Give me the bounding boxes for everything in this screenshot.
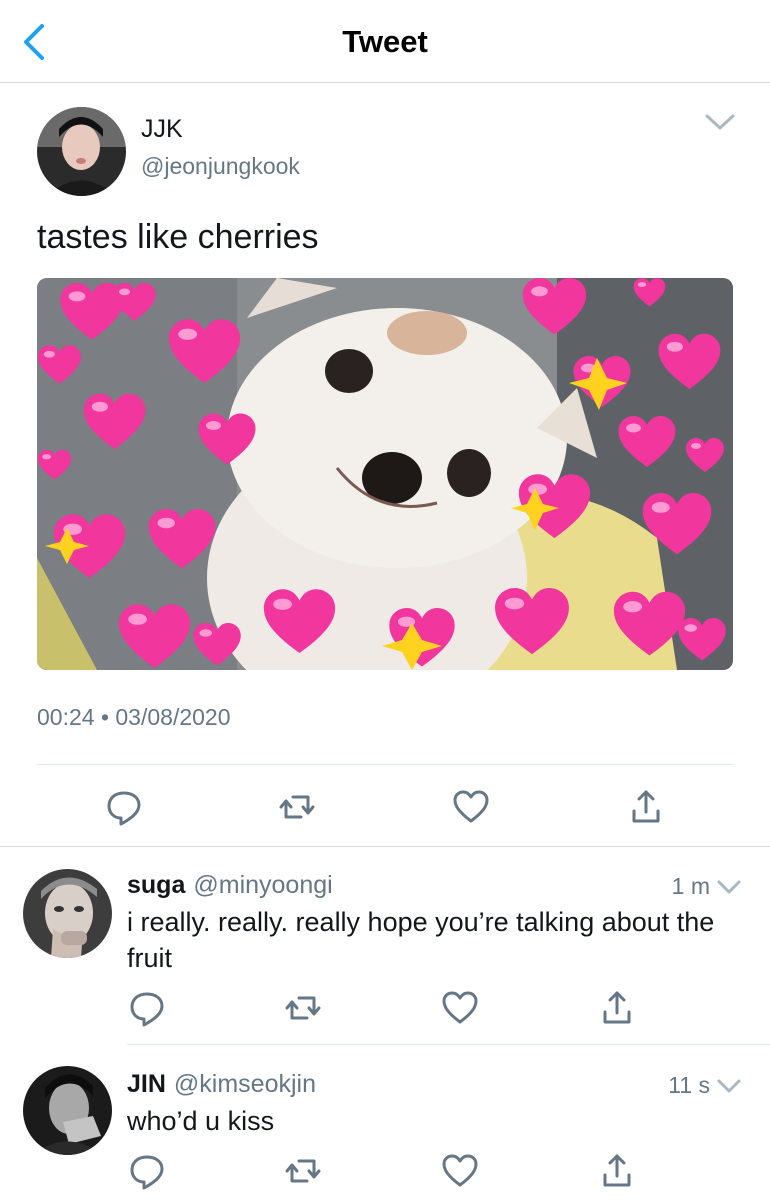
like-icon xyxy=(453,790,489,823)
reply-icon xyxy=(130,1155,164,1190)
handle[interactable]: @minyoongi xyxy=(193,871,332,899)
more-options-button[interactable] xyxy=(704,111,736,133)
handle[interactable]: @jeonjungkook xyxy=(141,153,300,180)
share-icon xyxy=(603,1154,631,1187)
reply-text: i really. really. really hope you’re tal… xyxy=(127,907,715,973)
share-button[interactable] xyxy=(597,988,637,1028)
handle[interactable]: @kimseokjin xyxy=(174,1070,316,1098)
share-button[interactable] xyxy=(626,787,666,827)
reply-button[interactable] xyxy=(127,988,167,1028)
divider xyxy=(37,764,733,765)
divider xyxy=(127,1044,770,1045)
reply-icon xyxy=(107,791,141,826)
reply-button[interactable] xyxy=(104,787,144,827)
avatar[interactable] xyxy=(23,869,112,958)
tweet-photo[interactable] xyxy=(37,278,733,670)
page-title: Tweet xyxy=(342,24,428,59)
reply-button[interactable] xyxy=(127,1151,167,1191)
display-name[interactable]: JJK xyxy=(141,115,183,144)
retweet-button[interactable] xyxy=(283,988,323,1028)
retweet-icon xyxy=(285,996,321,1020)
retweet-icon xyxy=(279,795,315,819)
reply-timestamp: 11 s xyxy=(668,1072,710,1098)
like-button[interactable] xyxy=(451,787,491,827)
divider xyxy=(0,846,770,847)
chevron-down-icon xyxy=(705,114,735,130)
reply-icon xyxy=(130,992,164,1027)
more-options-button[interactable] xyxy=(716,1077,742,1095)
reply-header: JIN @kimseokjin xyxy=(127,1070,316,1099)
share-icon xyxy=(603,991,631,1024)
reply-text: who’d u kiss xyxy=(127,1106,275,1136)
avatar[interactable] xyxy=(23,1066,112,1155)
chevron-down-icon xyxy=(717,1079,741,1093)
tweet-text: tastes like cherries xyxy=(37,218,319,256)
reply-header: suga @minyoongi xyxy=(127,871,333,900)
tweet-timestamp: 00:24 • 03/08/2020 xyxy=(37,704,231,730)
retweet-icon xyxy=(285,1159,321,1183)
top-bar: Tweet xyxy=(0,0,770,83)
like-icon xyxy=(442,991,478,1024)
like-button[interactable] xyxy=(440,988,480,1028)
retweet-button[interactable] xyxy=(283,1151,323,1191)
retweet-button[interactable] xyxy=(277,787,317,827)
avatar[interactable] xyxy=(37,107,126,196)
like-button[interactable] xyxy=(440,1151,480,1191)
share-icon xyxy=(632,790,660,823)
display-name[interactable]: suga xyxy=(127,871,185,899)
chevron-down-icon xyxy=(717,880,741,894)
share-button[interactable] xyxy=(597,1151,637,1191)
display-name[interactable]: JIN xyxy=(127,1070,166,1098)
reply-timestamp: 1 m xyxy=(671,873,710,899)
like-icon xyxy=(442,1154,478,1187)
more-options-button[interactable] xyxy=(716,878,742,896)
